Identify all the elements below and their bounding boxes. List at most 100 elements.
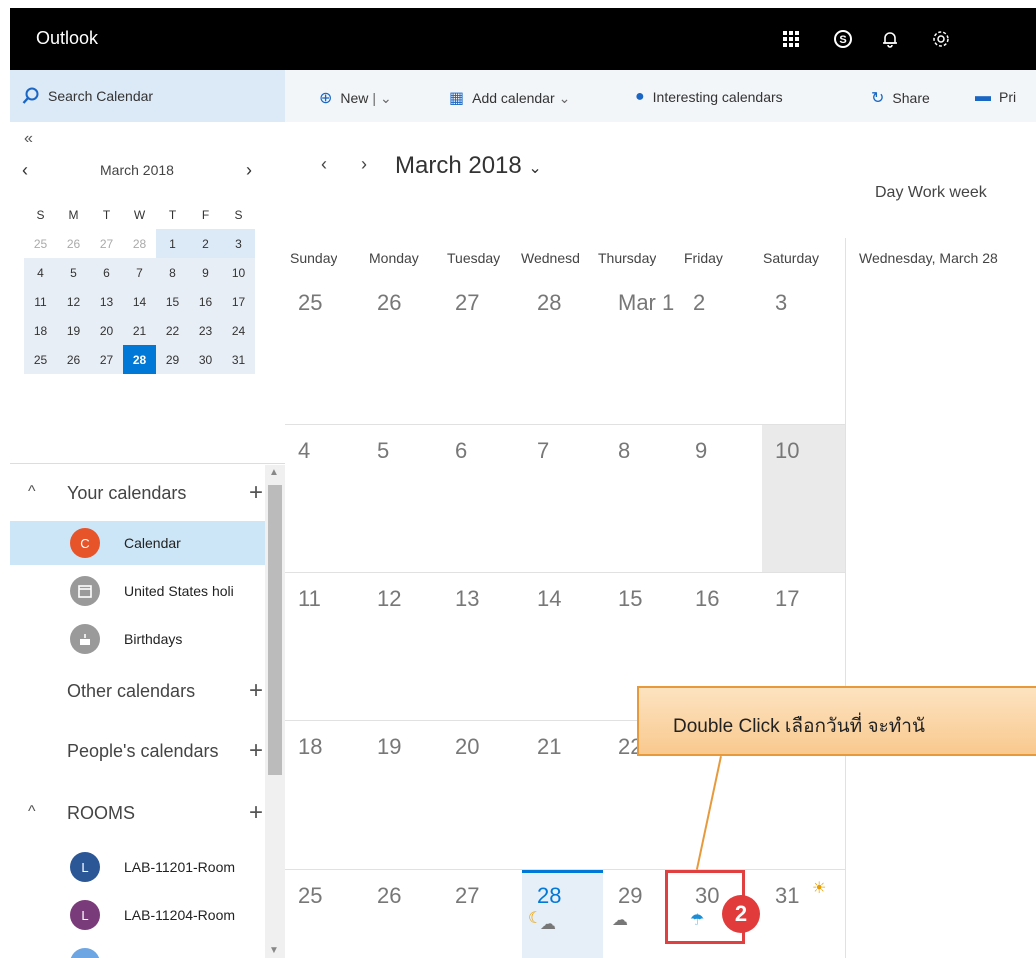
your-calendars-header[interactable]: ^ Your calendars + [10, 475, 265, 515]
mini-calendar-day[interactable]: 28 [123, 345, 156, 374]
mini-calendar-day[interactable]: 10 [222, 258, 255, 287]
mini-calendar-day[interactable]: 25 [24, 345, 57, 374]
calendar-day[interactable]: 25 [298, 883, 322, 909]
calendar-day[interactable]: 18 [298, 734, 322, 760]
mini-calendar-day[interactable]: 24 [222, 316, 255, 345]
new-button[interactable]: ⊕ New | ⌄ [319, 88, 392, 108]
other-calendars-header[interactable]: Other calendars + [10, 673, 265, 713]
calendar-day[interactable]: 7 [537, 438, 549, 464]
settings-icon[interactable] [928, 26, 954, 52]
calendar-day[interactable]: 26 [377, 883, 401, 909]
calendar-day[interactable]: 31 [775, 883, 799, 909]
room-item[interactable]: L LAB-11201-Room [10, 845, 265, 889]
mini-calendar-day[interactable]: 9 [189, 258, 222, 287]
calendar-day[interactable]: 12 [377, 586, 401, 612]
calendar-day[interactable]: 19 [377, 734, 401, 760]
mini-calendar-day[interactable]: 13 [90, 287, 123, 316]
mini-calendar-day[interactable]: 23 [189, 316, 222, 345]
mini-calendar-day[interactable]: 30 [189, 345, 222, 374]
birthdays-calendar-item[interactable]: Birthdays [10, 617, 265, 661]
calendar-day[interactable]: 27 [455, 290, 479, 316]
calendar-day[interactable]: 2 [693, 290, 705, 316]
calendar-day[interactable]: 13 [455, 586, 479, 612]
peoples-calendars-header[interactable]: People's calendars + [10, 733, 265, 773]
month-title[interactable]: March 2018 ⌄ [395, 152, 542, 180]
mini-calendar-day[interactable]: 31 [222, 345, 255, 374]
calendar-day[interactable]: 26 [377, 290, 401, 316]
chevron-up-icon[interactable]: ^ [28, 803, 36, 821]
print-button[interactable]: ▬ Pri [975, 88, 1016, 106]
mini-calendar-day[interactable]: 26 [57, 345, 90, 374]
view-switcher[interactable]: Day Work week [875, 184, 987, 202]
mini-calendar-day[interactable]: 20 [90, 316, 123, 345]
mini-calendar-day[interactable]: 27 [90, 229, 123, 258]
calendar-day[interactable]: 20 [455, 734, 479, 760]
calendar-day[interactable]: 14 [537, 586, 561, 612]
next-month-button[interactable]: › [361, 154, 367, 175]
calendar-day[interactable]: 4 [298, 438, 310, 464]
room-item[interactable] [10, 941, 265, 958]
mini-calendar-day[interactable]: 5 [57, 258, 90, 287]
calendar-day[interactable]: 27 [455, 883, 479, 909]
mini-calendar-day[interactable]: 29 [156, 345, 189, 374]
add-calendar-plus-icon[interactable]: + [249, 479, 263, 507]
app-launcher-icon[interactable] [778, 26, 804, 52]
mini-next-month-button[interactable]: › [246, 160, 252, 181]
calendar-day[interactable]: 8 [618, 438, 630, 464]
app-title[interactable]: Outlook [36, 28, 98, 49]
room-item[interactable]: L LAB-11204-Room [10, 893, 265, 937]
calendar-day[interactable]: 29 [618, 883, 642, 909]
mini-calendar-day[interactable]: 16 [189, 287, 222, 316]
mini-calendar-day[interactable]: 21 [123, 316, 156, 345]
mini-calendar-day[interactable]: 1 [156, 229, 189, 258]
mini-calendar-day[interactable]: 11 [24, 287, 57, 316]
share-button[interactable]: ↻ Share [871, 88, 930, 108]
calendar-day[interactable]: 28 [537, 883, 561, 909]
mini-calendar-day[interactable]: 17 [222, 287, 255, 316]
calendar-day[interactable]: 11 [298, 586, 321, 612]
calendar-day[interactable]: 25 [298, 290, 322, 316]
search-calendar[interactable]: Search Calendar [10, 70, 285, 122]
calendar-item[interactable]: C Calendar [10, 521, 265, 565]
mini-calendar-day[interactable]: 19 [57, 316, 90, 345]
calendar-day[interactable]: 10 [775, 438, 799, 464]
mini-calendar-day[interactable]: 15 [156, 287, 189, 316]
chevron-down-icon[interactable]: | ⌄ [372, 90, 391, 107]
calendar-day[interactable]: 15 [618, 586, 642, 612]
calendar-day[interactable]: 5 [377, 438, 389, 464]
add-room-plus-icon[interactable]: + [249, 799, 263, 827]
mini-calendar-day[interactable]: 4 [24, 258, 57, 287]
add-people-calendar-plus-icon[interactable]: + [249, 737, 263, 765]
notifications-icon[interactable] [877, 26, 903, 52]
mini-calendar-day[interactable]: 6 [90, 258, 123, 287]
scrollbar-thumb[interactable] [268, 485, 282, 775]
rooms-header[interactable]: ^ ROOMS + [10, 795, 265, 835]
mini-calendar-day[interactable]: 12 [57, 287, 90, 316]
skype-icon[interactable]: S [830, 26, 856, 52]
calendar-list-scrollbar[interactable]: ▲ ▼ [265, 465, 285, 958]
calendar-day[interactable]: 9 [695, 438, 707, 464]
calendar-day[interactable]: 3 [775, 290, 787, 316]
add-calendar-button[interactable]: ▦ Add calendar ⌄ [449, 88, 570, 108]
calendar-day[interactable]: Mar 1 [618, 290, 674, 316]
mini-calendar-day[interactable]: 7 [123, 258, 156, 287]
collapse-pane-button[interactable]: « [24, 130, 33, 148]
add-other-calendar-plus-icon[interactable]: + [249, 677, 263, 705]
mini-calendar-day[interactable]: 14 [123, 287, 156, 316]
calendar-day[interactable]: 6 [455, 438, 467, 464]
mini-calendar-day[interactable]: 25 [24, 229, 57, 258]
mini-calendar-day[interactable]: 26 [57, 229, 90, 258]
holidays-calendar-item[interactable]: United States holi [10, 569, 265, 613]
scroll-up-icon[interactable]: ▲ [269, 467, 279, 478]
mini-calendar-day[interactable]: 22 [156, 316, 189, 345]
calendar-day[interactable]: 28 [537, 290, 561, 316]
mini-calendar-day[interactable]: 18 [24, 316, 57, 345]
calendar-day[interactable]: 16 [695, 586, 719, 612]
mini-calendar-day[interactable]: 8 [156, 258, 189, 287]
prev-month-button[interactable]: ‹ [321, 154, 327, 175]
mini-calendar-day[interactable]: 2 [189, 229, 222, 258]
mini-prev-month-button[interactable]: ‹ [22, 160, 28, 181]
calendar-day[interactable]: 17 [775, 586, 799, 612]
scroll-down-icon[interactable]: ▼ [269, 945, 279, 956]
mini-calendar-day[interactable]: 28 [123, 229, 156, 258]
